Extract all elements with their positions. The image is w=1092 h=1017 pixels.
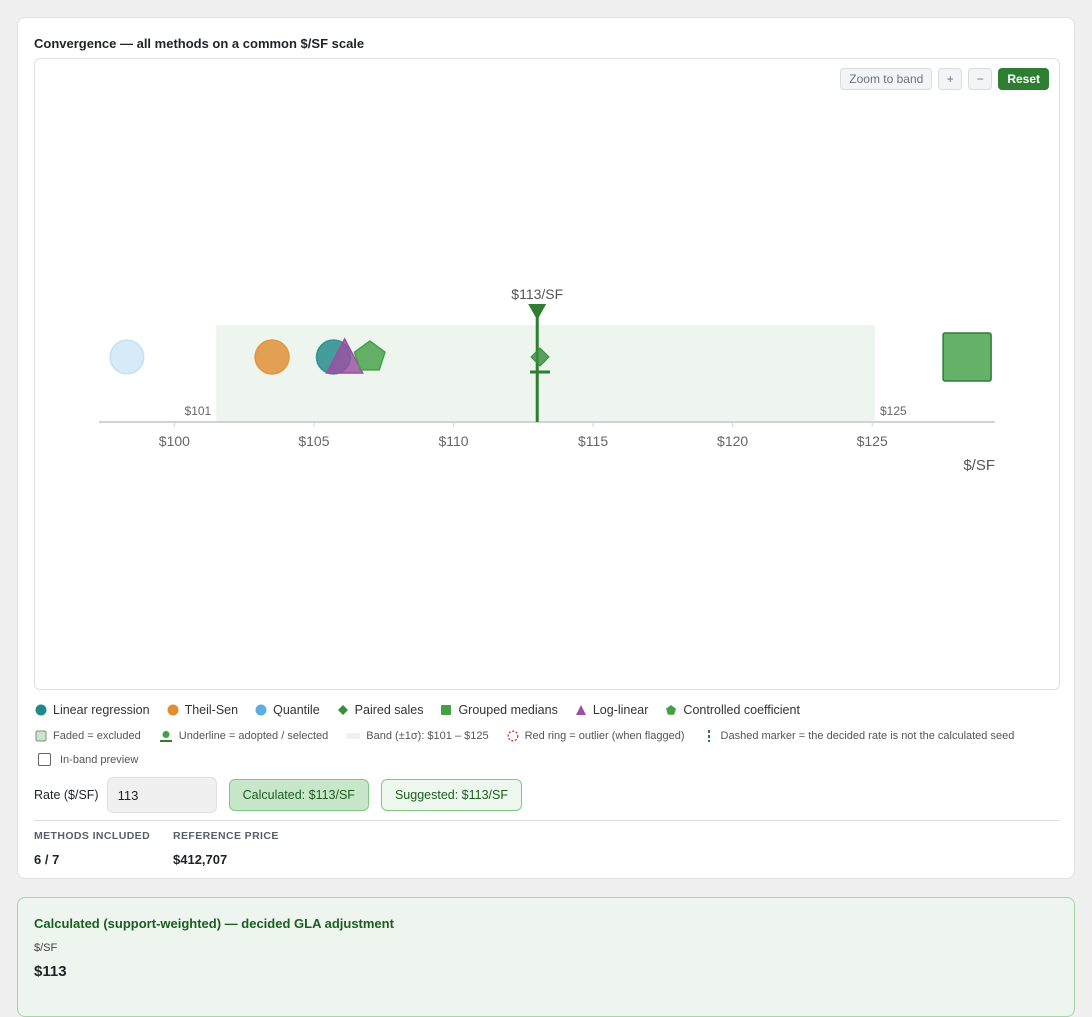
legend-label: Log-linear (592, 703, 649, 717)
note-red-ring: Red ring = outlier (when flagged) (507, 730, 685, 742)
circle-icon (35, 704, 47, 716)
methods-included-label: METHODS INCLUDED (34, 830, 151, 842)
decided-adjustment-title: Calculated (support-weighted) — decided … (34, 916, 394, 931)
decided-adjustment-card: Calculated (support-weighted) — decided … (17, 897, 1075, 1017)
point-grouped-medians[interactable] (942, 332, 992, 382)
legend-notes: Faded = excluded Underline = adopted / s… (35, 730, 1032, 742)
legend-label: Quantile (273, 703, 320, 717)
in-band-preview-label: In-band preview (60, 753, 139, 766)
note-dashed-marker: Dashed marker = the decided rate is not … (703, 730, 1015, 742)
x-tick-label: $125 (857, 433, 888, 449)
band-high-label: $125 (880, 404, 907, 418)
decided-adjustment-value: $113 (34, 963, 67, 980)
legend-item-theil-sen[interactable]: Theil-Sen (167, 703, 239, 717)
note-label: Band (±1σ): $101 – $125 (366, 730, 489, 742)
faded-swatch-icon (35, 730, 47, 742)
chart-toolbar: Zoom to band + − Reset (840, 68, 1049, 90)
legend-item-quantile[interactable]: Quantile (255, 703, 320, 717)
note-label: Dashed marker = the decided rate is not … (720, 730, 1015, 742)
in-band-preview-checkbox[interactable] (38, 753, 51, 766)
circle-icon (255, 704, 267, 716)
point-theil-sen[interactable] (254, 339, 290, 375)
legend-item-paired-sales[interactable]: Paired sales (337, 703, 424, 717)
decided-rate-label: $113/SF (511, 286, 563, 302)
circle-icon (167, 704, 179, 716)
x-axis-title: $/SF (963, 457, 995, 474)
zoom-in-button[interactable]: + (938, 68, 963, 90)
divider (34, 820, 1060, 821)
pentagon-icon (666, 705, 677, 715)
rate-row: Rate ($/SF) Calculated: $113/SF Suggeste… (34, 777, 534, 813)
band-swatch-icon (346, 733, 361, 739)
note-label: Underline = adopted / selected (178, 730, 329, 742)
reference-price-label: REFERENCE PRICE (173, 830, 279, 842)
square-icon (441, 705, 452, 715)
legend-item-linear-regression[interactable]: Linear regression (35, 703, 150, 717)
methods-included-stat: METHODS INCLUDED 6 / 7 (34, 830, 150, 867)
legend-item-controlled-coefficient[interactable]: Controlled coefficient (665, 703, 800, 717)
methods-included-value: 6 / 7 (34, 852, 60, 867)
in-band-preview-toggle[interactable]: In-band preview (38, 753, 138, 766)
zoom-to-band-button[interactable]: Zoom to band (840, 68, 933, 90)
legend-label: Grouped medians (458, 703, 558, 717)
diamond-icon (337, 705, 348, 715)
x-tick-label: $100 (159, 433, 190, 449)
decided-adjustment-unit: $/SF (34, 942, 58, 954)
dashed-marker-icon (707, 730, 710, 742)
reference-price-value: $412,707 (173, 852, 228, 867)
note-label: Faded = excluded (53, 730, 141, 742)
suggested-rate-button[interactable]: Suggested: $113/SF (380, 779, 522, 811)
x-tick-label: $115 (578, 433, 608, 449)
band-low-label: $101 (185, 404, 212, 418)
zoom-out-button[interactable]: − (968, 68, 993, 90)
note-label: Red ring = outlier (when flagged) (524, 730, 685, 742)
legend-label: Linear regression (53, 703, 150, 717)
point-quantile[interactable] (109, 339, 145, 375)
reference-price-stat: REFERENCE PRICE $412,707 (173, 830, 279, 867)
reset-button[interactable]: Reset (998, 68, 1049, 90)
rate-input[interactable] (106, 777, 217, 813)
triangle-icon (575, 705, 586, 715)
legend-label: Controlled coefficient (683, 703, 800, 717)
chart-svg: $101 $125 $100 $105 $110 $115 $120 $125 $/SF $113… (99, 286, 995, 474)
x-tick-label: $110 (438, 433, 468, 449)
x-tick-label: $105 (298, 433, 329, 449)
calculated-rate-button[interactable]: Calculated: $113/SF (228, 779, 369, 811)
x-tick-label: $120 (717, 433, 748, 449)
note-band: Band (±1σ): $101 – $125 (346, 730, 489, 742)
red-ring-icon (507, 730, 519, 742)
convergence-card: Convergence — all methods on a common $/… (17, 17, 1075, 879)
method-legend: Linear regression Theil-Sen Quantile Pai… (35, 703, 817, 717)
rate-label: Rate ($/SF) (34, 788, 99, 802)
legend-item-log-linear[interactable]: Log-linear (575, 703, 649, 717)
note-underline: Underline = adopted / selected (159, 730, 329, 742)
convergence-chart[interactable]: $101 $125 $100 $105 $110 $115 $120 $125 $/SF $113… (34, 58, 1060, 690)
decided-rate-triangle (528, 304, 547, 320)
legend-label: Paired sales (354, 703, 424, 717)
underline-icon (159, 731, 172, 742)
card-title: Convergence — all methods on a common $/… (34, 36, 365, 51)
note-faded: Faded = excluded (35, 730, 141, 742)
legend-item-grouped-medians[interactable]: Grouped medians (440, 703, 558, 717)
legend-label: Theil-Sen (184, 703, 239, 717)
